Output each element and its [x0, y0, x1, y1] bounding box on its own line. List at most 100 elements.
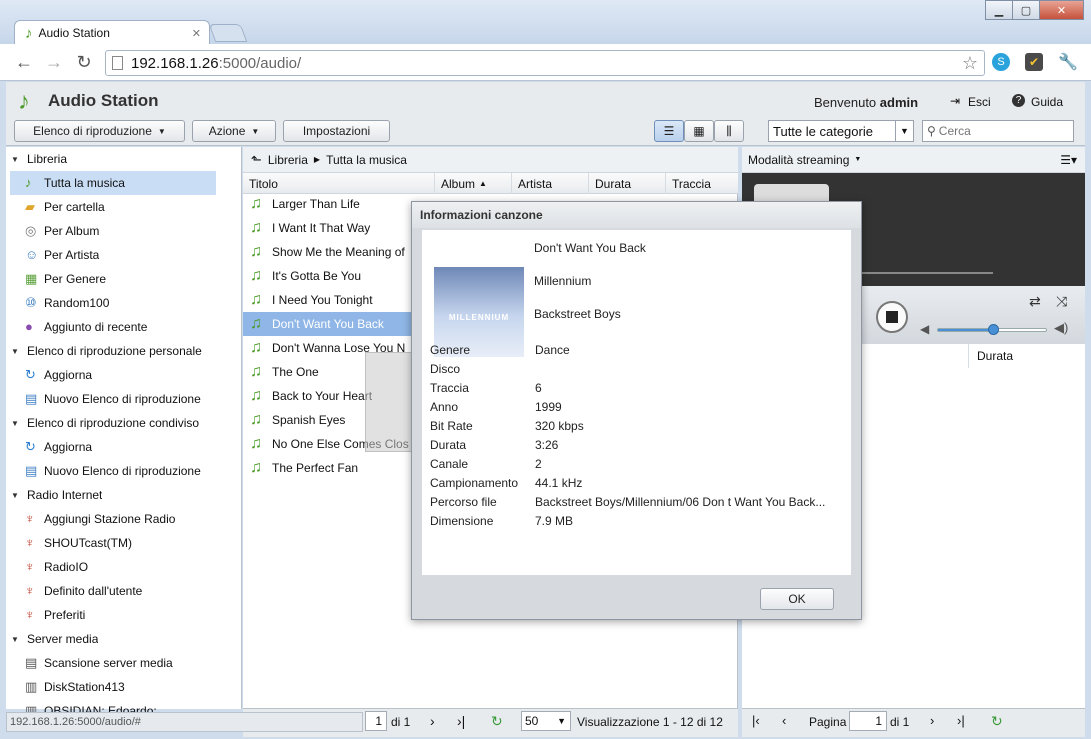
- collapse-arrow-icon[interactable]: ▼: [11, 419, 21, 428]
- coverflow-view-icon[interactable]: ⫼: [714, 120, 744, 142]
- tree-item[interactable]: ♆ RadioIO: [10, 555, 216, 579]
- last-page-icon[interactable]: ›|: [957, 713, 965, 728]
- panel-menu-icon[interactable]: ☰▾: [1060, 153, 1077, 167]
- tree-item[interactable]: ▦ Per Genere: [10, 267, 216, 291]
- close-window-button[interactable]: ✕: [1039, 0, 1084, 20]
- repeat-icon[interactable]: ⇄: [1029, 293, 1041, 310]
- tree-label: Aggiungi Stazione Radio: [44, 512, 176, 526]
- tree-label: Per Album: [44, 224, 100, 238]
- collapse-arrow-icon[interactable]: ▼: [11, 347, 21, 356]
- skype-extension-icon[interactable]: S: [992, 53, 1010, 71]
- shuffle-icon[interactable]: ⤨: [1056, 293, 1067, 310]
- close-tab-icon[interactable]: ✕: [192, 27, 201, 40]
- tree-item[interactable]: ● Aggiunto di recente: [10, 315, 216, 339]
- last-page-icon[interactable]: ›|: [457, 713, 465, 729]
- tree-item[interactable]: ▥ DiskStation413: [10, 675, 216, 699]
- prev-page-icon[interactable]: ‹: [782, 713, 786, 728]
- tree-item[interactable]: ♆ Definito dall'utente: [10, 579, 216, 603]
- minimize-button[interactable]: ▁: [985, 0, 1013, 20]
- wrench-menu-icon[interactable]: 🔧: [1058, 52, 1078, 72]
- next-page-icon[interactable]: ›: [430, 713, 435, 729]
- breadcrumb-separator-icon: ▶: [313, 155, 321, 164]
- refresh-icon[interactable]: ↻: [491, 713, 503, 730]
- tree-item[interactable]: ▰ Per cartella: [10, 195, 216, 219]
- col-title[interactable]: Titolo: [243, 173, 435, 194]
- tree-item[interactable]: ⑩ Random100: [10, 291, 216, 315]
- help-icon[interactable]: ?: [1012, 94, 1025, 107]
- tree-label: Radio Internet: [27, 488, 103, 502]
- playlist-menu-button[interactable]: Elenco di riproduzione ▼: [14, 120, 185, 142]
- tree-section[interactable]: ▼ Elenco di riproduzione condiviso: [6, 411, 242, 435]
- tree-item[interactable]: ♆ Aggiungi Stazione Radio: [10, 507, 216, 531]
- stop-button[interactable]: [876, 301, 908, 333]
- next-page-icon[interactable]: ›: [930, 713, 934, 728]
- help-link[interactable]: Guida: [1031, 95, 1063, 109]
- user-icon: ☺: [25, 247, 39, 262]
- info-label: Percorso file: [430, 495, 497, 509]
- streaming-mode-label[interactable]: Modalità streaming: [748, 153, 849, 167]
- page-input-right[interactable]: 1: [849, 711, 887, 731]
- tree-item[interactable]: ↻ Aggiorna: [10, 435, 216, 459]
- breadcrumb: ⬑ Libreria ▶ Tutta la musica: [243, 147, 738, 173]
- volume-knob[interactable]: [988, 324, 999, 335]
- ok-button[interactable]: OK: [760, 588, 834, 610]
- tree-item[interactable]: ◎ Per Album: [10, 219, 216, 243]
- info-value: 6: [535, 381, 542, 395]
- info-value: 320 kbps: [535, 419, 584, 433]
- streaming-mode-menu[interactable]: Modalità streaming ▼ ☰▾: [742, 147, 1085, 173]
- col-duration[interactable]: Durata: [589, 173, 666, 194]
- music-note-icon: ♫: [250, 435, 262, 452]
- tree-item[interactable]: ♆ SHOUTcast(TM): [10, 531, 216, 555]
- grid-view-icon[interactable]: ▦: [684, 120, 714, 142]
- collapse-arrow-icon[interactable]: ▼: [11, 491, 21, 500]
- volume-slider[interactable]: [937, 324, 1047, 335]
- collapse-arrow-icon[interactable]: ▼: [11, 635, 21, 644]
- page-input-left[interactable]: 1: [365, 711, 387, 731]
- logout-icon[interactable]: ⇥: [950, 94, 960, 108]
- breadcrumb-root[interactable]: Libreria: [268, 153, 308, 167]
- browser-status-url: 192.168.1.26:5000/audio/#: [6, 712, 363, 732]
- tree-item[interactable]: ▤ Nuovo Elenco di riproduzione: [10, 459, 216, 483]
- extension-icon[interactable]: ✔: [1025, 53, 1043, 71]
- new-tab-button[interactable]: [208, 24, 248, 42]
- tree-section[interactable]: ▼ Server media: [6, 627, 242, 651]
- up-folder-icon[interactable]: ⬑: [251, 152, 262, 168]
- tree-item[interactable]: ♆ Preferiti: [10, 603, 216, 627]
- tree-section[interactable]: ▼ Radio Internet: [6, 483, 242, 507]
- tree-item[interactable]: ♪ Tutta la musica: [10, 171, 216, 195]
- maximize-button[interactable]: ▢: [1012, 0, 1040, 20]
- tree-item[interactable]: ↻ Aggiorna: [10, 363, 216, 387]
- welcome-text: Benvenuto admin: [814, 95, 919, 110]
- first-page-icon[interactable]: |‹: [752, 713, 760, 728]
- tree-section[interactable]: ▼ Elenco di riproduzione personale: [6, 339, 242, 363]
- col-artist[interactable]: Artista: [512, 173, 589, 194]
- server-icon: ▥: [25, 679, 38, 694]
- address-bar[interactable]: 192.168.1.26:5000/audio/ ☆: [105, 50, 985, 76]
- tree-item[interactable]: ▤ Nuovo Elenco di riproduzione: [10, 387, 216, 411]
- logout-link[interactable]: Esci: [968, 95, 991, 109]
- music-note-icon: ♫: [250, 267, 262, 284]
- search-input[interactable]: [938, 124, 1064, 138]
- category-select[interactable]: Tutte le categorie ▼: [768, 120, 914, 142]
- star-icon[interactable]: ☆: [962, 53, 978, 74]
- seek-bar[interactable]: [860, 272, 993, 274]
- per-page-select[interactable]: 50 ▼: [521, 711, 571, 731]
- tree-item[interactable]: ▤ Scansione server media: [10, 651, 216, 675]
- settings-button[interactable]: Impostazioni: [283, 120, 390, 142]
- list-view-icon[interactable]: ☰: [654, 120, 684, 142]
- forward-arrow-icon[interactable]: →: [42, 50, 66, 74]
- tree-section[interactable]: ▼ Libreria: [6, 147, 242, 171]
- tree-item[interactable]: ☺ Per Artista: [10, 243, 216, 267]
- browser-tab[interactable]: ♪ Audio Station ✕: [14, 20, 210, 45]
- reload-icon[interactable]: ↻: [72, 50, 96, 74]
- col-track[interactable]: Traccia: [666, 173, 738, 194]
- search-box[interactable]: ⚲: [922, 120, 1074, 142]
- dropdown-arrow-icon: ▼: [251, 126, 260, 136]
- col-duration-right[interactable]: Durata: [968, 344, 1013, 368]
- refresh-icon[interactable]: ↻: [991, 713, 1003, 730]
- collapse-arrow-icon[interactable]: ▼: [11, 155, 21, 164]
- action-menu-button[interactable]: Azione ▼: [192, 120, 276, 142]
- back-arrow-icon[interactable]: ←: [12, 50, 36, 74]
- radio-tower-icon: ♆: [25, 607, 35, 622]
- col-album[interactable]: Album ▲: [435, 173, 512, 194]
